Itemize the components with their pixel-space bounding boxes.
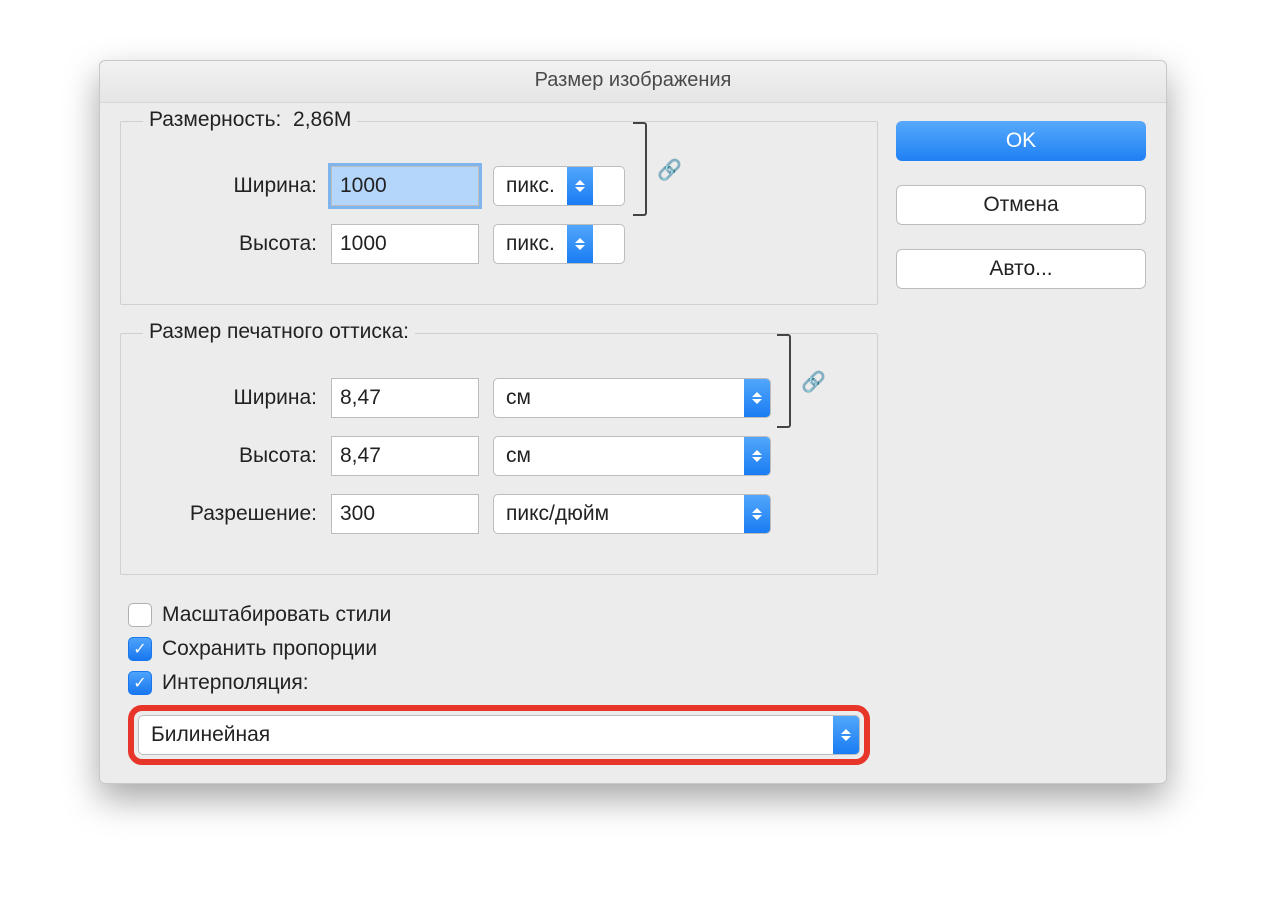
print-size-heading: Размер печатного оттиска: bbox=[143, 320, 415, 344]
print-height-unit-text: см bbox=[494, 444, 744, 468]
pixel-dimensions-heading: Размерность: 2,86М bbox=[143, 108, 357, 132]
resolution-label: Разрешение: bbox=[139, 502, 317, 526]
image-size-dialog: Размер изображения Размерность: 2,86М Ши… bbox=[99, 60, 1167, 784]
interpolation-highlight: Билинейная bbox=[128, 705, 870, 765]
resample-checkbox[interactable]: ✓ bbox=[128, 671, 152, 695]
pixel-width-unit-select[interactable]: пикс. bbox=[493, 166, 625, 206]
scale-styles-label: Масштабировать стили bbox=[162, 603, 391, 627]
link-icon: 🔗 bbox=[801, 370, 826, 395]
print-size-group: Размер печатного оттиска: Ширина: см Выс… bbox=[120, 333, 878, 575]
print-width-unit-select[interactable]: см bbox=[493, 378, 771, 418]
pixel-height-label: Высота: bbox=[139, 232, 317, 256]
resolution-unit-select[interactable]: пикс/дюйм bbox=[493, 494, 771, 534]
pixel-width-label: Ширина: bbox=[139, 174, 317, 198]
chevron-updown-icon bbox=[744, 379, 770, 417]
dimensions-value: 2,86М bbox=[293, 108, 351, 131]
chevron-updown-icon bbox=[833, 716, 859, 754]
print-height-unit-select[interactable]: см bbox=[493, 436, 771, 476]
chevron-updown-icon bbox=[744, 437, 770, 475]
scale-styles-checkbox[interactable] bbox=[128, 603, 152, 627]
print-height-label: Высота: bbox=[139, 444, 317, 468]
pixel-height-input[interactable] bbox=[331, 224, 479, 264]
ok-button[interactable]: OK bbox=[896, 121, 1146, 161]
cancel-button[interactable]: Отмена bbox=[896, 185, 1146, 225]
dialog-title: Размер изображения bbox=[100, 61, 1166, 103]
resolution-input[interactable] bbox=[331, 494, 479, 534]
resolution-unit-text: пикс/дюйм bbox=[494, 502, 744, 526]
constrain-proportions-checkbox[interactable]: ✓ bbox=[128, 637, 152, 661]
print-width-label: Ширина: bbox=[139, 386, 317, 410]
interpolation-select[interactable]: Билинейная bbox=[138, 715, 860, 755]
interpolation-text: Билинейная bbox=[139, 723, 833, 747]
print-width-unit-text: см bbox=[494, 386, 744, 410]
pixel-width-input[interactable] bbox=[331, 166, 479, 206]
resample-label: Интерполяция: bbox=[162, 671, 309, 695]
print-width-input[interactable] bbox=[331, 378, 479, 418]
pixel-width-unit-text: пикс. bbox=[494, 174, 567, 198]
print-height-input[interactable] bbox=[331, 436, 479, 476]
chevron-updown-icon bbox=[744, 495, 770, 533]
pixel-dimensions-group: Размерность: 2,86М Ширина: пикс. Высота:… bbox=[120, 121, 878, 305]
link-icon: 🔗 bbox=[657, 158, 682, 183]
chevron-updown-icon bbox=[567, 225, 593, 263]
dimensions-label: Размерность: bbox=[149, 108, 281, 131]
pixel-height-unit-select[interactable]: пикс. bbox=[493, 224, 625, 264]
pixel-height-unit-text: пикс. bbox=[494, 232, 567, 256]
constrain-proportions-label: Сохранить пропорции bbox=[162, 637, 377, 661]
chevron-updown-icon bbox=[567, 167, 593, 205]
auto-button[interactable]: Авто... bbox=[896, 249, 1146, 289]
